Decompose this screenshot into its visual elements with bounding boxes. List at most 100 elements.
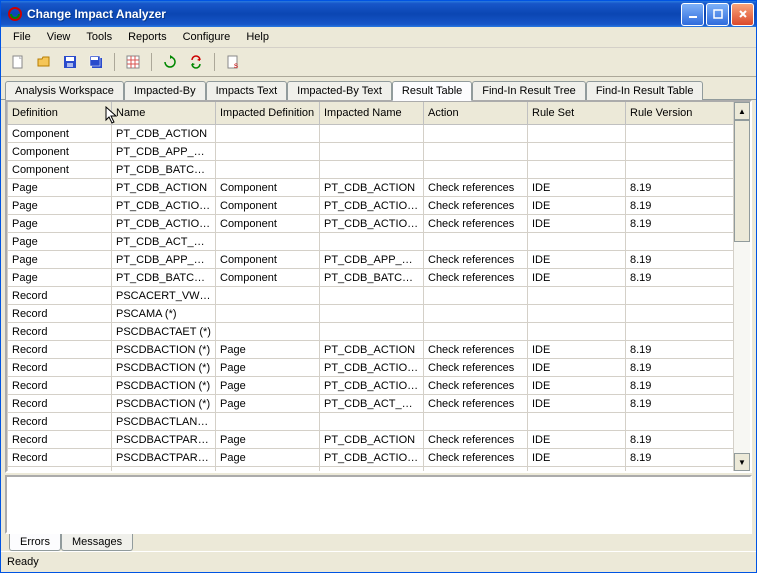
tab-messages[interactable]: Messages [61, 534, 133, 551]
cell-def[interactable]: Record [8, 377, 112, 395]
scroll-thumb[interactable] [734, 120, 750, 242]
maximize-button[interactable] [706, 3, 729, 26]
cell-name[interactable]: PSCDBACTAET (*) [112, 323, 216, 341]
cell-rset[interactable]: IDE [528, 341, 626, 359]
cell-idef[interactable] [216, 125, 320, 143]
menu-file[interactable]: File [5, 29, 39, 45]
grid-icon[interactable] [122, 51, 144, 73]
cell-idef[interactable]: Page [216, 377, 320, 395]
table-row[interactable]: PagePT_CDB_BATCH_L...ComponentPT_CDB_BAT… [8, 269, 734, 287]
cell-def[interactable]: Record [8, 395, 112, 413]
cell-iname[interactable] [320, 305, 424, 323]
table-row[interactable]: ComponentPT_CDB_ACTION [8, 125, 734, 143]
table-row[interactable]: ComponentPT_CDB_APP_CODE [8, 143, 734, 161]
table-row[interactable]: PagePT_CDB_ACTION_...ComponentPT_CDB_ACT… [8, 197, 734, 215]
cell-action[interactable]: Check references [424, 215, 528, 233]
cell-action[interactable]: Check references [424, 431, 528, 449]
table-row[interactable]: RecordPSCDBACTION (*)PagePT_CDB_ACTIONCh… [8, 341, 734, 359]
cell-action[interactable] [424, 143, 528, 161]
tab-result-table[interactable]: Result Table [392, 81, 472, 101]
cell-iname[interactable]: PT_CDB_ACTION_... [320, 197, 424, 215]
cell-action[interactable]: Check references [424, 449, 528, 467]
cell-def[interactable]: Record [8, 341, 112, 359]
table-row[interactable]: RecordPSCDBACTSEC (*)PagePT_CDB_ACTION_.… [8, 467, 734, 472]
col-rule-version[interactable]: Rule Version [626, 102, 734, 125]
cell-name[interactable]: PSCAMA (*) [112, 305, 216, 323]
cell-rver[interactable]: 8.19 [626, 467, 734, 472]
cell-name[interactable]: PT_CDB_ACTION_... [112, 197, 216, 215]
cell-idef[interactable]: Component [216, 197, 320, 215]
vertical-scrollbar[interactable]: ▲ ▼ [733, 102, 750, 471]
table-row[interactable]: RecordPSCDBACTPARM (*)PagePT_CDB_ACTIONC… [8, 431, 734, 449]
scroll-track[interactable] [734, 120, 750, 453]
cell-idef[interactable] [216, 233, 320, 251]
cell-rver[interactable] [626, 125, 734, 143]
cell-rset[interactable]: IDE [528, 269, 626, 287]
cell-rset[interactable] [528, 323, 626, 341]
cell-iname[interactable]: PT_CDB_ACTION_... [320, 215, 424, 233]
cell-idef[interactable]: Page [216, 341, 320, 359]
cell-idef[interactable] [216, 287, 320, 305]
cell-rset[interactable] [528, 143, 626, 161]
cell-def[interactable]: Record [8, 467, 112, 472]
cell-rver[interactable]: 8.19 [626, 395, 734, 413]
cell-name[interactable]: PT_CDB_APP_CODE [112, 143, 216, 161]
cell-rver[interactable]: 8.19 [626, 341, 734, 359]
cell-def[interactable]: Component [8, 143, 112, 161]
cell-idef[interactable] [216, 413, 320, 431]
cell-name[interactable]: PSCDBACTION (*) [112, 341, 216, 359]
cell-action[interactable]: Check references [424, 377, 528, 395]
cell-action[interactable] [424, 233, 528, 251]
cell-def[interactable]: Page [8, 179, 112, 197]
table-row[interactable]: PagePT_CDB_APP_CODEComponentPT_CDB_APP_C… [8, 251, 734, 269]
cell-idef[interactable]: Component [216, 269, 320, 287]
cell-name[interactable]: PSCDBACTION (*) [112, 395, 216, 413]
table-row[interactable]: RecordPSCDBACTLANG (*) [8, 413, 734, 431]
cell-action[interactable] [424, 413, 528, 431]
cell-iname[interactable]: PT_CDB_ACT_HD... [320, 395, 424, 413]
cell-iname[interactable]: PT_CDB_ACTION [320, 431, 424, 449]
table-row[interactable]: RecordPSCDBACTION (*)PagePT_CDB_ACTION_.… [8, 377, 734, 395]
menu-view[interactable]: View [39, 29, 79, 45]
cell-action[interactable]: Check references [424, 341, 528, 359]
document-cancel-icon[interactable]: s [222, 51, 244, 73]
cell-action[interactable]: Check references [424, 395, 528, 413]
cell-def[interactable]: Page [8, 197, 112, 215]
cell-iname[interactable]: PT_CDB_ACTION [320, 341, 424, 359]
cell-name[interactable]: PT_CDB_ACT_HD... [112, 233, 216, 251]
cell-name[interactable]: PSCDBACTION (*) [112, 359, 216, 377]
cell-name[interactable]: PSCDBACTPARM (*) [112, 449, 216, 467]
cell-action[interactable] [424, 305, 528, 323]
cell-rset[interactable] [528, 305, 626, 323]
cell-rver[interactable]: 8.19 [626, 215, 734, 233]
table-row[interactable]: PagePT_CDB_ACTIONComponentPT_CDB_ACTIONC… [8, 179, 734, 197]
tab-impacted-by-text[interactable]: Impacted-By Text [287, 81, 392, 100]
table-row[interactable]: RecordPSCDBACTION (*)PagePT_CDB_ACTION_.… [8, 359, 734, 377]
cell-def[interactable]: Component [8, 161, 112, 179]
table-row[interactable]: PagePT_CDB_ACTION_...ComponentPT_CDB_ACT… [8, 215, 734, 233]
table-row[interactable]: RecordPSCDBACTION (*)PagePT_CDB_ACT_HD..… [8, 395, 734, 413]
open-icon[interactable] [33, 51, 55, 73]
menu-configure[interactable]: Configure [175, 29, 239, 45]
cell-name[interactable]: PT_CDB_APP_CODE [112, 251, 216, 269]
cell-iname[interactable]: PT_CDB_BATCH_L... [320, 269, 424, 287]
cell-name[interactable]: PT_CDB_ACTION_... [112, 215, 216, 233]
menu-help[interactable]: Help [238, 29, 277, 45]
cell-iname[interactable] [320, 413, 424, 431]
cell-idef[interactable]: Component [216, 251, 320, 269]
cell-rver[interactable]: 8.19 [626, 251, 734, 269]
minimize-button[interactable] [681, 3, 704, 26]
cell-def[interactable]: Record [8, 323, 112, 341]
cell-iname[interactable] [320, 125, 424, 143]
table-row[interactable]: PagePT_CDB_ACT_HD... [8, 233, 734, 251]
tab-findin-result-table[interactable]: Find-In Result Table [586, 81, 704, 100]
cell-name[interactable]: PSCACERT_VW (*) [112, 287, 216, 305]
cell-def[interactable]: Record [8, 431, 112, 449]
cell-iname[interactable] [320, 233, 424, 251]
cell-rver[interactable] [626, 161, 734, 179]
cell-name[interactable]: PSCDBACTION (*) [112, 377, 216, 395]
tab-impacts-text[interactable]: Impacts Text [206, 81, 288, 100]
cell-name[interactable]: PT_CDB_ACTION [112, 125, 216, 143]
cell-rset[interactable] [528, 125, 626, 143]
cell-rver[interactable]: 8.19 [626, 449, 734, 467]
